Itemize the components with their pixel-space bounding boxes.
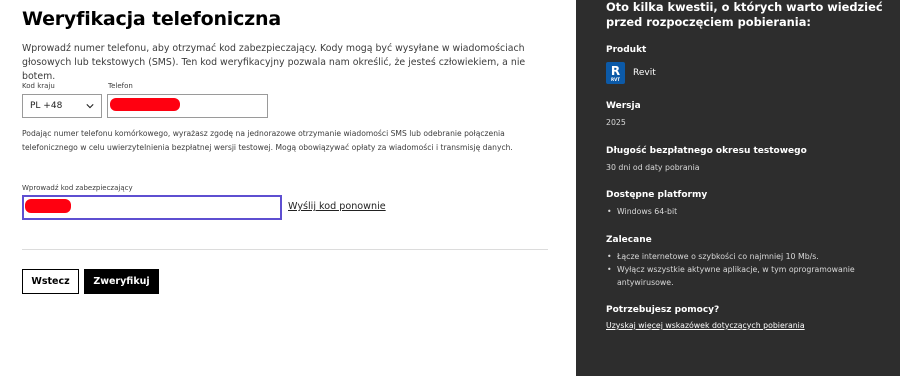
verification-form: Weryfikacja telefoniczna Wprowadź numer … xyxy=(22,0,552,386)
download-info-panel: Oto kilka kwestii, o których warto wiedz… xyxy=(576,0,900,376)
download-help-link[interactable]: Uzyskaj więcej wskazówek dotyczących pob… xyxy=(606,321,805,330)
version-value: 2025 xyxy=(606,118,626,127)
platforms-title: Dostępne platformy xyxy=(606,190,708,200)
page-title: Weryfikacja telefoniczna xyxy=(22,8,281,30)
verify-button[interactable]: Zweryfikuj xyxy=(84,269,159,294)
divider xyxy=(22,249,548,250)
product-row: R RVT Revit xyxy=(606,62,656,84)
help-title: Potrzebujesz pomocy? xyxy=(606,305,720,315)
list-item: Wyłącz wszystkie aktywne aplikacje, w ty… xyxy=(606,263,876,289)
country-code-value: PL +48 xyxy=(30,101,63,111)
version-title: Wersja xyxy=(606,101,641,111)
resend-code-link[interactable]: Wyślij kod ponownie xyxy=(288,201,386,212)
product-name: Revit xyxy=(633,68,656,78)
list-item: Łącze internetowe o szybkości co najmnie… xyxy=(606,250,876,263)
country-code-label: Kod kraju xyxy=(22,82,55,90)
chevron-down-icon xyxy=(86,104,94,109)
consent-text: Podając numer telefonu komórkowego, wyra… xyxy=(22,129,513,152)
product-title: Produkt xyxy=(606,45,647,55)
security-code-input[interactable] xyxy=(22,195,282,220)
platforms-list: Windows 64-bit xyxy=(606,205,876,218)
trial-title: Długość bezpłatnego okresu testowego xyxy=(606,146,807,156)
intro-text: Wprowadź numer telefonu, aby otrzymać ko… xyxy=(22,43,526,82)
phone-label: Telefon xyxy=(108,82,133,90)
phone-input[interactable] xyxy=(107,94,268,118)
trial-value: 30 dni od daty pobrania xyxy=(606,163,700,172)
recommend-list: Łącze internetowe o szybkości co najmnie… xyxy=(606,250,876,289)
back-button[interactable]: Wstecz xyxy=(22,269,79,294)
redaction-mark xyxy=(25,199,71,213)
logo-letter: R xyxy=(610,63,621,78)
redaction-mark xyxy=(110,98,180,111)
list-item: Windows 64-bit xyxy=(606,205,876,218)
country-code-select[interactable]: PL +48 xyxy=(22,94,102,118)
revit-logo-icon: R RVT xyxy=(606,62,625,84)
logo-sub: RVT xyxy=(611,76,620,82)
panel-header: Oto kilka kwestii, o których warto wiedz… xyxy=(606,0,883,29)
security-code-label: Wprowadź kod zabezpieczający xyxy=(22,184,133,192)
recommend-title: Zalecane xyxy=(606,235,652,245)
